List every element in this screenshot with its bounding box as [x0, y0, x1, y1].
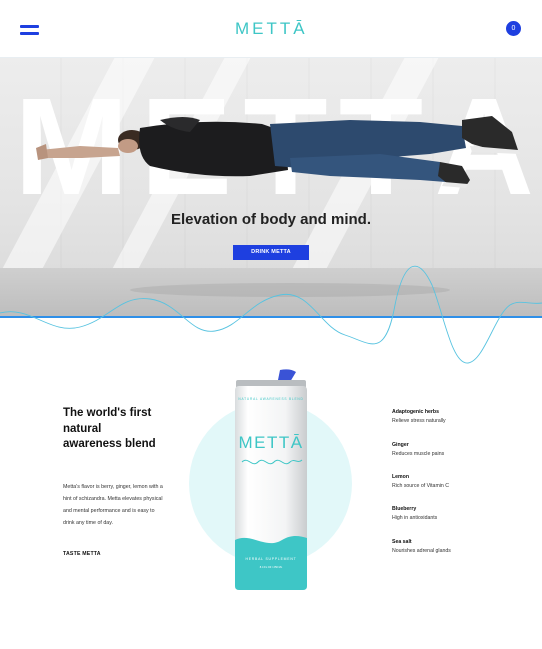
ingredient-item: Blueberry High in antioxidants	[392, 506, 522, 521]
ingredient-item: Ginger Reduces muscle pains	[392, 442, 522, 457]
ingredient-item: Adaptogenic herbs Relieve stress natural…	[392, 409, 522, 424]
metta-can-image: METTĀ NATURAL AWARENESS BLEND HERBAL SUP…	[235, 369, 307, 590]
ingredient-item: Lemon Rich source of Vitamin C	[392, 474, 522, 489]
ingredient-description: High in antioxidants	[392, 515, 438, 521]
can-logo-text: METTĀ	[238, 433, 303, 452]
menu-line-bottom	[20, 32, 39, 35]
sound-wave-decoration	[0, 265, 542, 364]
intro-title: The world's first natural awareness blen…	[63, 407, 156, 450]
ingredient-name: Lemon	[392, 474, 410, 480]
ingredient-name: Ginger	[392, 442, 409, 448]
hamburger-menu-icon[interactable]	[20, 23, 40, 37]
menu-line-top	[20, 25, 39, 28]
ingredient-description: Nourishes adrenal glands	[392, 548, 451, 554]
can-bottom-text: HERBAL SUPPLEMENT	[246, 557, 297, 561]
ingredient-name: Adaptogenic herbs	[392, 409, 439, 415]
site-header: METTĀ 0	[0, 0, 542, 58]
ingredient-name: Blueberry	[392, 506, 417, 512]
hero-title: Elevation of body and mind.	[170, 211, 371, 228]
brand-logo[interactable]: METTĀ	[235, 19, 308, 39]
ingredient-description: Rich source of Vitamin C	[392, 483, 449, 489]
ingredient-item: Sea salt Nourishes adrenal glands	[392, 539, 522, 554]
intro-body-text: Metta's flavor is berry, ginger, lemon w…	[63, 484, 163, 526]
ingredient-description: Reduces muscle pains	[392, 451, 445, 457]
cart-count-badge[interactable]: 0	[506, 21, 521, 36]
ingredient-name: Sea salt	[392, 539, 412, 545]
drink-metta-button[interactable]: DRINK METTA	[233, 245, 309, 260]
can-volume-text: 8.4 FL OZ / 250 ML	[260, 565, 283, 569]
ingredient-description: Relieve stress naturally	[392, 418, 446, 424]
taste-metta-link[interactable]: TASTE METTA	[63, 551, 101, 557]
can-top-text: NATURAL AWARENESS BLEND	[238, 397, 303, 401]
